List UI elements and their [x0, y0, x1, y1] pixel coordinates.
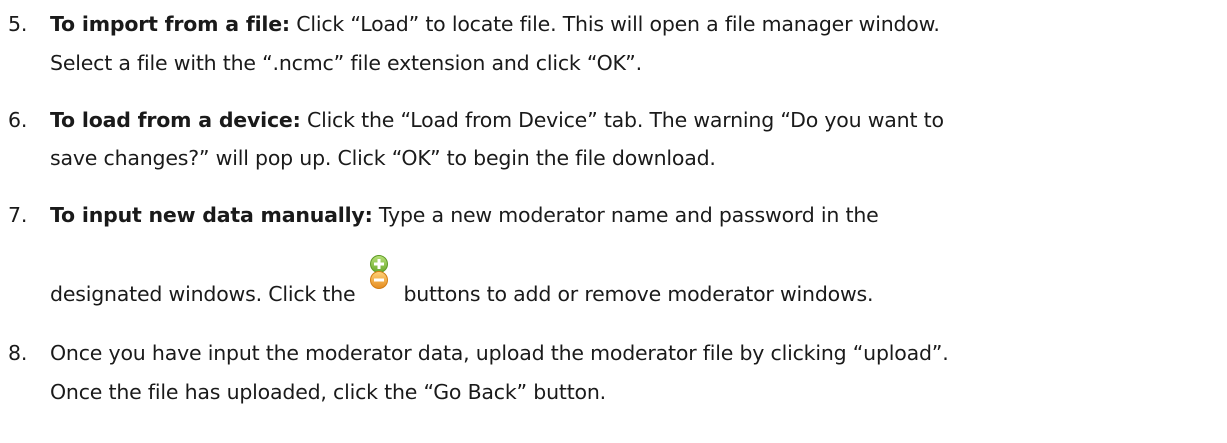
remove-icon — [370, 271, 389, 289]
step-number: 6. — [8, 108, 28, 132]
step-text: buttons to add or remove moderator windo… — [403, 282, 874, 306]
step-line: To load from a device: Click the “Load f… — [50, 108, 944, 132]
add-icon — [370, 255, 389, 273]
step-text: Click the “Load from Device” tab. The wa… — [300, 108, 944, 132]
step-heading: To load from a device: — [50, 108, 301, 132]
step-line: To import from a file: Click “Load” to l… — [50, 12, 940, 36]
step-line: Select a file with the “.ncmc” file exte… — [50, 51, 642, 75]
step-line: Once you have input the moderator data, … — [50, 341, 949, 365]
step-number: 8. — [8, 341, 28, 365]
step-heading: To input new data manually: — [50, 203, 373, 227]
step-line: designated windows. Click the buttons to… — [50, 255, 874, 306]
add-remove-icon — [367, 255, 391, 289]
step-heading: To import from a file: — [50, 12, 290, 36]
step-number: 5. — [8, 12, 28, 36]
step-number: 7. — [8, 203, 28, 227]
step-line: save changes?” will pop up. Click “OK” t… — [50, 146, 716, 170]
step-text: Type a new moderator name and password i… — [372, 203, 879, 227]
step-line: Once the file has uploaded, click the “G… — [50, 380, 607, 404]
step-text: Click “Load” to locate file. This will o… — [289, 12, 940, 36]
step-line: To input new data manually: Type a new m… — [50, 203, 879, 227]
step-text: designated windows. Click the — [50, 282, 356, 306]
